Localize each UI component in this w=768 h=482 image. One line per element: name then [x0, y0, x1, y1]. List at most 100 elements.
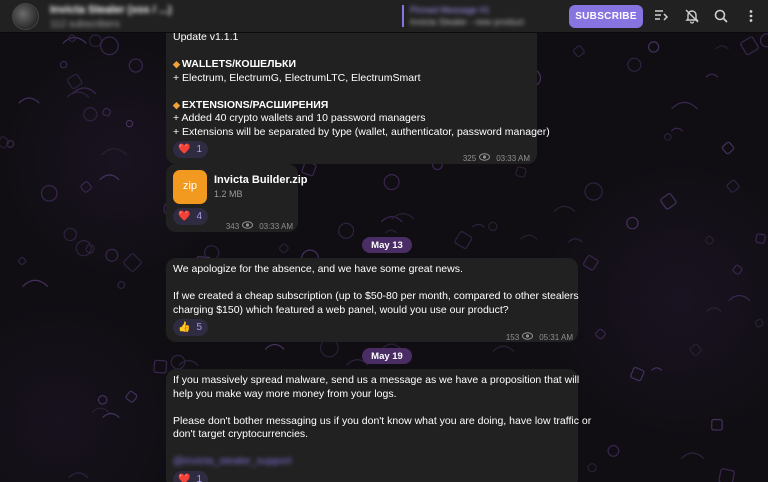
message-text-line: Please don't bother messaging us if you … [173, 414, 592, 427]
background-doodle [607, 444, 620, 457]
message-text-line: don't target cryptocurrencies. [173, 428, 309, 440]
eye-icon [522, 331, 534, 345]
message-text-line: If we created a cheap subscription (up t… [173, 290, 579, 302]
background-doodle [125, 119, 134, 128]
background-doodle [102, 107, 112, 117]
background-doodle [704, 235, 714, 245]
reaction-count: 5 [196, 321, 203, 333]
background-doodle [85, 244, 95, 254]
background-doodle [454, 231, 473, 249]
more-vertical-icon[interactable] [742, 7, 760, 25]
background-doodle [754, 318, 764, 328]
message-text-line: If you massively spread malware, send us… [173, 374, 580, 386]
channel-subscribers: 112 subscribers [50, 19, 120, 30]
file-size: 1.2 MB [214, 189, 243, 199]
message-time: 03:33 AM [259, 222, 293, 231]
background-doodle [689, 343, 702, 357]
channel-title: Invicta Stealer (xss / ...) [50, 4, 172, 16]
background-doodle [391, 212, 415, 220]
message-text-line: + Extensions will be separated by type (… [173, 125, 550, 138]
channel-info[interactable]: Invicta Stealer (xss / ...) 112 subscrib… [50, 4, 172, 30]
message-subscription: We apologize for the absence, and we hav… [166, 258, 579, 345]
background-doodle [553, 205, 576, 213]
message-meta: 343 03:33 AM [226, 220, 293, 234]
background-doodle [105, 248, 119, 262]
views-count: 325 [462, 154, 477, 163]
background-doodle [59, 60, 68, 69]
background-doodle [102, 412, 120, 419]
reaction-thumbs-up[interactable]: 👍 5 [173, 319, 209, 336]
pinned-message[interactable]: Pinned Message #1 Invicta Stealer - new … [402, 5, 532, 27]
background-doodle [63, 227, 78, 242]
message-text-line: + Added 40 crypto wallets and 10 passwor… [173, 112, 426, 124]
search-icon[interactable] [712, 7, 730, 25]
background-doodle [705, 73, 719, 78]
channel-header: Invicta Stealer (xss / ...) 112 subscrib… [0, 0, 768, 33]
reaction-heart[interactable]: ❤️ 1 [173, 471, 209, 482]
background-doodle [583, 255, 599, 271]
message-meta: 153 05:31 AM [506, 331, 573, 345]
background-doodle [515, 166, 527, 178]
background-doodle [671, 101, 698, 110]
message-meta: 325 03:33 AM [463, 152, 530, 166]
message-update: Update v1.1.1 ◆ WALLETS/КОШЕЛЬКИ + Electr… [166, 22, 550, 166]
background-doodle [740, 36, 759, 56]
background-doodle [128, 58, 143, 73]
background-doodle [99, 174, 120, 181]
background-doodle [664, 133, 672, 141]
reaction-heart[interactable]: ❤️ 4 [173, 208, 209, 225]
message-proposition: If you massively spread malware, send us… [166, 369, 591, 482]
zip-file-icon[interactable]: zip [173, 170, 207, 204]
background-doodle [385, 229, 397, 234]
reaction-count: 1 [196, 473, 203, 482]
eye-icon [242, 220, 254, 234]
date-separator: May 13 [362, 237, 412, 253]
reaction-heart[interactable]: ❤️ 1 [173, 141, 209, 158]
background-doodle [651, 367, 663, 371]
background-doodle [22, 279, 49, 287]
background-doodle [17, 256, 27, 266]
background-doodle [40, 184, 58, 202]
background-doodle [759, 33, 768, 48]
message-text-line: charging $150) which featured a web pane… [173, 303, 509, 316]
background-doodle [100, 148, 128, 156]
chat-group-icon[interactable] [652, 7, 670, 25]
background-doodle [584, 182, 603, 201]
orange-diamond-icon: ◆ [173, 59, 180, 69]
background-doodle [630, 366, 645, 382]
background-doodle [66, 91, 90, 98]
background-doodle [178, 359, 199, 366]
message-text-line: Update v1.1.1 [173, 31, 239, 43]
support-link[interactable]: @invicta_stealer_support [173, 455, 591, 469]
background-doodle [728, 294, 751, 302]
heart-icon: ❤️ [178, 143, 191, 155]
background-doodle [68, 472, 89, 479]
background-doodle [75, 240, 92, 257]
background-doodle [97, 395, 108, 405]
pinned-text: Invicta Stealer - new product [410, 17, 525, 27]
background-doodle [660, 193, 677, 210]
channel-avatar[interactable] [12, 3, 39, 30]
background-doodle [715, 45, 729, 50]
background-doodle [670, 127, 683, 132]
background-doodle [732, 264, 743, 275]
background-doodle [647, 41, 660, 53]
background-doodle [718, 468, 735, 482]
mute-bell-icon[interactable] [683, 7, 701, 25]
subscribe-button[interactable]: SUBSCRIBE [569, 5, 643, 28]
date-separator: May 19 [362, 348, 412, 364]
message-time: 05:31 AM [539, 333, 573, 342]
background-doodle [755, 233, 766, 244]
background-doodle [595, 328, 606, 340]
background-doodle [488, 221, 498, 232]
views-count: 153 [505, 333, 520, 342]
thumbs-up-icon: 👍 [178, 321, 191, 333]
background-doodle [626, 216, 639, 230]
background-doodle [117, 281, 126, 289]
background-doodle [83, 107, 98, 122]
background-doodle [89, 34, 102, 48]
file-name[interactable]: Invicta Builder.zip [214, 174, 308, 188]
message-text-line: We apologize for the absence, and we hav… [173, 263, 463, 275]
background-doodle [18, 97, 40, 104]
background-doodle [80, 181, 92, 193]
